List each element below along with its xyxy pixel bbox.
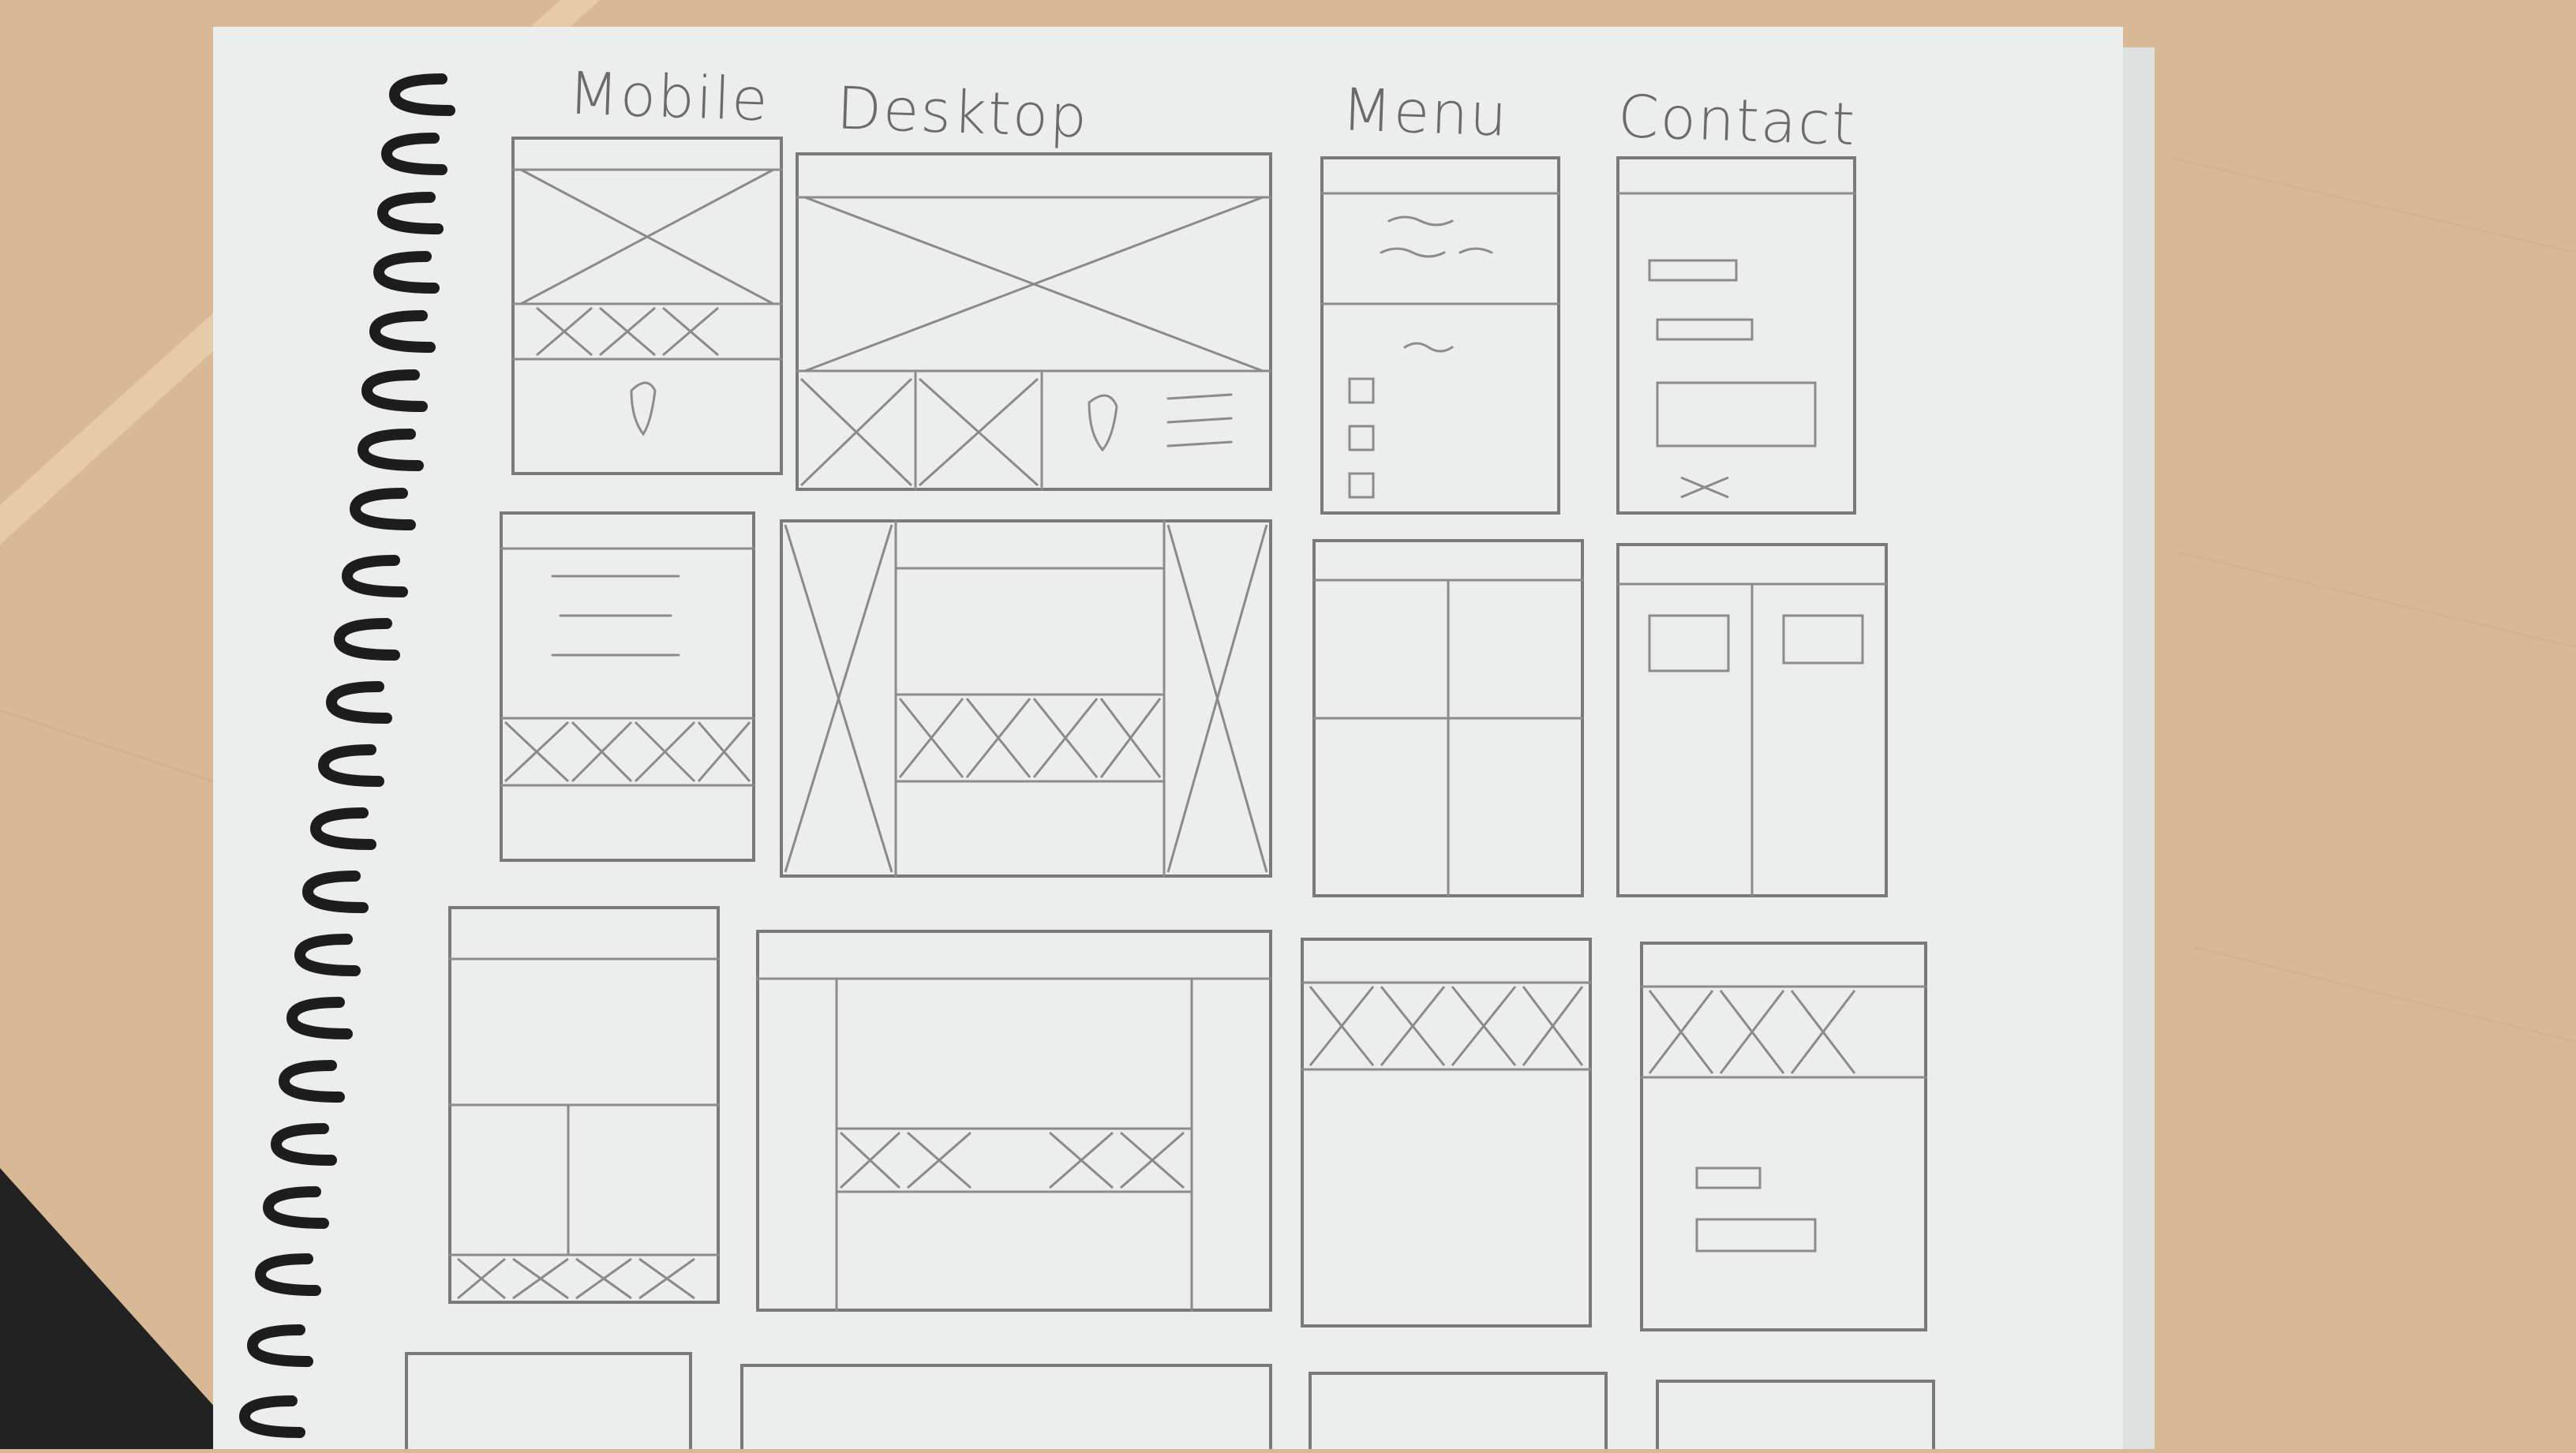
wireframe-mobile-3 <box>448 906 720 1304</box>
wireframe-mobile-1 <box>511 137 783 475</box>
wireframe-desktop-3 <box>756 930 1272 1312</box>
wireframe-contact-2 <box>1616 543 1888 897</box>
wireframe-menu-3 <box>1301 938 1592 1328</box>
wireframe-menu-1 <box>1320 156 1560 515</box>
wireframe-contact-1 <box>1616 156 1856 515</box>
wireframe-desktop-1 <box>796 152 1272 491</box>
wireframe-row-4 <box>405 1352 1935 1449</box>
wireframe-mobile-2 <box>500 511 755 862</box>
wireframe-desktop-2 <box>780 519 1272 878</box>
wireframe-menu-2 <box>1312 539 1584 897</box>
wireframe-contact-3 <box>1640 942 1927 1331</box>
